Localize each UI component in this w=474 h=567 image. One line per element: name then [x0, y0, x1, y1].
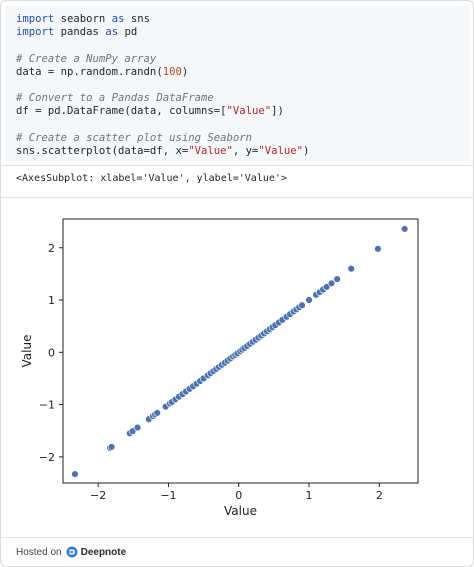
code-token: ]) — [271, 105, 284, 118]
x-tick-label: −1 — [160, 489, 176, 502]
code-cell[interactable]: import seaborn as sns import pandas as p… — [5, 5, 469, 161]
scatter-point — [133, 423, 142, 432]
x-tick-label: −2 — [90, 489, 106, 502]
deepnote-logo-icon — [66, 546, 78, 558]
deepnote-link[interactable]: Deepnote — [81, 547, 127, 558]
code-token: # Convert to a Pandas DataFrame — [16, 92, 214, 105]
scatter-plot: −2 −1 0 1 2 −2 −1 0 1 2 Value Value — [20, 218, 419, 518]
code-token: seaborn — [54, 13, 112, 25]
x-tick-label: 0 — [235, 489, 242, 502]
y-tick-label: −2 — [39, 451, 55, 464]
code-token: sns — [124, 13, 150, 25]
y-tick-label: 2 — [48, 242, 55, 255]
y-tick-label: −1 — [39, 399, 55, 412]
y-tick-label: 0 — [48, 346, 55, 359]
scatter-point — [298, 301, 306, 309]
code-token: as — [105, 26, 119, 39]
plot-output: −2 −1 0 1 2 −2 −1 0 1 2 Value Value — [1, 197, 473, 537]
code-token: # Create a scatter plot using Seaborn — [16, 131, 252, 144]
x-axis-label: Value — [224, 504, 257, 518]
code-token: pandas — [54, 26, 106, 39]
y-axis-label: Value — [20, 335, 34, 368]
code-token: # Create a NumPy array — [16, 52, 157, 65]
code-token: 100 — [162, 65, 182, 78]
x-tick-label: 1 — [306, 489, 313, 502]
code-token: as — [111, 13, 125, 25]
scatter-point — [153, 409, 161, 417]
code-token: , y= — [232, 145, 259, 158]
code-token: data = np.random.randn( — [16, 65, 163, 78]
scatter-point — [305, 296, 313, 304]
code-token: "Value" — [188, 145, 233, 158]
footer: Hosted on Deepnote — [16, 546, 126, 558]
code-token: import — [16, 13, 55, 25]
code-token: sns.scatterplot(data=df, x= — [16, 145, 189, 158]
scatter-point — [347, 264, 355, 273]
code-token: ) — [303, 145, 310, 158]
code-token: ) — [181, 65, 189, 78]
code-line: import pandas as pd — [16, 26, 137, 38]
divider — [1, 537, 473, 538]
scatter-point — [327, 279, 336, 288]
code-line: import seaborn as sns — [16, 13, 150, 25]
code-token: "Value" — [258, 145, 304, 158]
code-line: # Create a scatter plot using Seaborn — [16, 132, 252, 144]
code-token: pd — [118, 26, 138, 39]
code-line: # Create a NumPy array — [16, 53, 156, 65]
code-token: df = pd.DataFrame(data, columns=[ — [16, 105, 227, 118]
scatter-point — [400, 225, 409, 233]
output-text: <AxesSubplot: xlabel='Value', ylabel='Va… — [16, 173, 287, 184]
code-line: df = pd.DataFrame(data, columns=["Value"… — [16, 105, 284, 117]
x-tick-label: 2 — [376, 489, 383, 502]
divider — [1, 165, 473, 166]
hosted-on-text: Hosted on — [16, 546, 62, 558]
scatter-point — [107, 443, 116, 451]
code-line: # Convert to a Pandas DataFrame — [16, 92, 214, 104]
code-line: data = np.random.randn(100) — [16, 66, 188, 78]
scatter-point — [71, 470, 79, 478]
scatter-point — [374, 245, 382, 253]
notebook-cell: import seaborn as sns import pandas as p… — [0, 0, 474, 567]
y-tick-label: 1 — [48, 294, 55, 307]
scatter-point — [333, 275, 341, 283]
code-block[interactable]: import seaborn as sns import pandas as p… — [16, 13, 309, 158]
code-token: import — [16, 26, 55, 39]
code-token: "Value" — [226, 105, 272, 118]
code-line: sns.scatterplot(data=df, x="Value", y="V… — [16, 145, 309, 157]
